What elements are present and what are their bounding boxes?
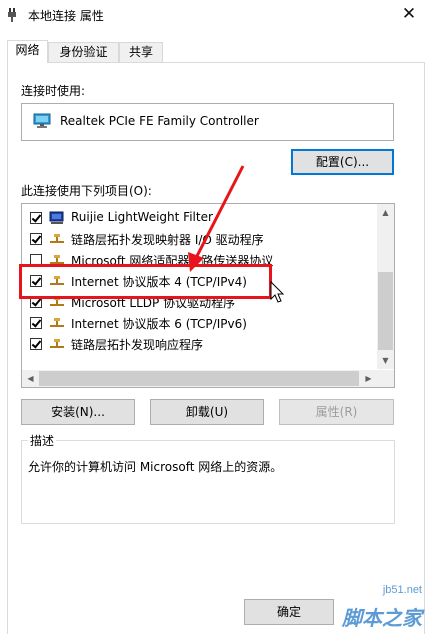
vertical-scrollbar[interactable]: ▲ ▼ [377,204,394,369]
network-protocol-icon [50,339,64,348]
tab-sharing[interactable]: 共享 [119,42,163,62]
connect-using-label: 连接时使用: [21,84,86,98]
item-label: 链路层拓扑发现映射器 I/O 驱动程序 [71,233,264,247]
window-title: 本地连接 属性 [28,9,104,23]
horizontal-scroll-thumb[interactable] [39,371,359,386]
title-bar: 本地连接 属性 ✕ [0,0,432,30]
network-tab-panel: 连接时使用: Realtek PCIe FE Family Controller… [7,62,425,634]
uninstall-button[interactable]: 卸载(U) [150,399,264,425]
list-item[interactable]: Ruijie LightWeight Filter [22,208,377,229]
watermark-url: jb51.net [382,584,422,596]
scroll-up-icon[interactable]: ▲ [377,204,394,221]
highlight-box [19,264,272,299]
description-group: 描述 允许你的计算机访问 Microsoft 网络上的资源。 [21,432,395,524]
network-protocol-icon [50,234,64,243]
vertical-scroll-thumb[interactable] [378,272,393,350]
install-button[interactable]: 安装(N)... [21,399,135,425]
adapter-field: Realtek PCIe FE Family Controller [21,103,394,141]
scroll-left-icon[interactable]: ◀ [22,370,39,387]
description-text: 允许你的计算机访问 Microsoft 网络上的资源。 [28,460,283,474]
network-adapter-icon [33,113,51,128]
scroll-down-icon[interactable]: ▼ [377,352,394,369]
description-title: 描述 [28,432,57,449]
properties-button[interactable]: 属性(R) [279,399,394,425]
network-plug-icon [8,8,16,22]
list-item[interactable]: 链路层拓扑发现响应程序 [22,334,377,355]
filter-icon [49,211,64,224]
watermark-name: 脚本之家 [342,606,422,630]
tab-authentication[interactable]: 身份验证 [48,42,119,62]
item-checkbox[interactable] [30,317,42,329]
list-item[interactable]: 链路层拓扑发现映射器 I/O 驱动程序 [22,229,377,250]
tab-network[interactable]: 网络 [7,40,48,63]
horizontal-scrollbar[interactable]: ◀ ▶ [22,370,394,387]
list-item[interactable]: Internet 协议版本 6 (TCP/IPv6) [22,313,377,334]
adapter-name: Realtek PCIe FE Family Controller [60,114,259,128]
item-label: 链路层拓扑发现响应程序 [71,338,204,352]
configure-button[interactable]: 配置(C)... [291,149,394,175]
item-checkbox[interactable] [30,338,42,350]
item-checkbox[interactable] [30,233,42,245]
item-label: Internet 协议版本 6 (TCP/IPv6) [71,317,247,331]
watermark: jb51.net 脚本之家 [298,584,428,630]
item-checkbox[interactable] [30,212,42,224]
network-protocol-icon [50,318,64,327]
close-button[interactable]: ✕ [386,0,432,30]
scroll-right-icon[interactable]: ▶ [360,370,377,387]
item-label: Ruijie LightWeight Filter [71,210,213,224]
items-label: 此连接使用下列项目(O): [21,184,152,198]
